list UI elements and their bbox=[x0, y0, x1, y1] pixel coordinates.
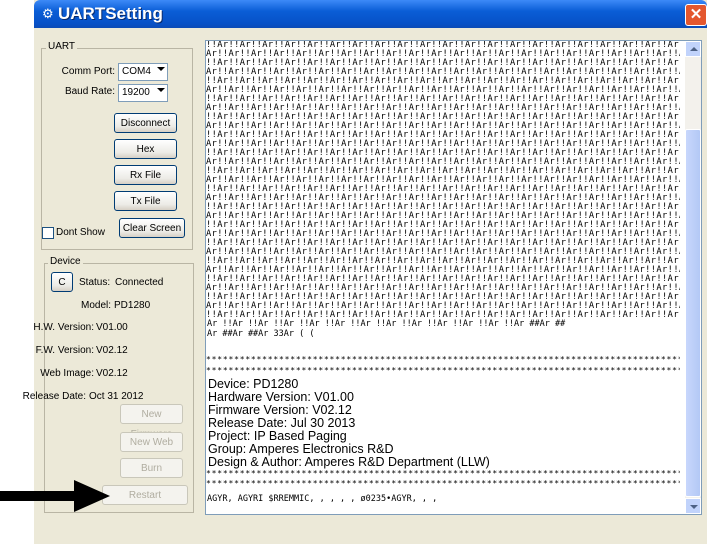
close-button[interactable]: ✕ bbox=[685, 4, 707, 26]
status-value: Connected bbox=[115, 277, 164, 288]
window-title: UARTSetting bbox=[58, 4, 163, 23]
burn-button[interactable]: Burn bbox=[120, 458, 183, 478]
terminal-last-line: AGYR, AGYRI $RREMMIC, , , , , ø0235•AGYR… bbox=[207, 494, 438, 504]
separator-line: ****************************************… bbox=[206, 366, 680, 375]
app-icon: ⚙ bbox=[42, 6, 54, 21]
baud-rate-label: Baud Rate: bbox=[64, 86, 115, 97]
hw-version-value: V01.00 bbox=[96, 322, 128, 333]
terminal-output[interactable]: !!Ar!!Ar!!Ar!!Ar!!Ar!!Ar!!Ar!!Ar!!Ar!!Ar… bbox=[205, 40, 702, 515]
comm-port-value: COM4 bbox=[122, 66, 151, 77]
hex-button[interactable]: Hex bbox=[114, 139, 177, 159]
baud-rate-value: 19200 bbox=[122, 87, 150, 98]
web-image-label: Web Image: bbox=[40, 368, 94, 379]
separator-line: ****************************************… bbox=[206, 355, 680, 364]
uart-group-label: UART bbox=[46, 41, 78, 52]
info-line: Project: IP Based Paging bbox=[208, 429, 347, 443]
info-line: Group: Amperes Electronics R&D bbox=[208, 442, 394, 456]
chevron-down-icon bbox=[157, 67, 165, 71]
vertical-scrollbar[interactable] bbox=[685, 41, 701, 514]
restart-button[interactable]: Restart bbox=[102, 485, 188, 505]
scroll-down-icon[interactable] bbox=[685, 498, 701, 514]
model-label: Model: bbox=[80, 300, 111, 311]
dont-show-checkbox[interactable] bbox=[42, 227, 54, 239]
fw-version-value: V02.12 bbox=[96, 345, 128, 356]
c-button[interactable]: C bbox=[51, 272, 73, 292]
terminal-tail-line-1: Ar !!Ar !!Ar !!Ar !!Ar !!Ar !!Ar !!Ar !!… bbox=[207, 319, 566, 329]
device-group-label: Device bbox=[48, 256, 83, 267]
comm-port-label: Comm Port: bbox=[61, 66, 115, 77]
info-line: Firmware Version: V02.12 bbox=[208, 403, 352, 417]
tx-file-button[interactable]: Tx File bbox=[114, 191, 177, 211]
release-date-label: Release Date: bbox=[22, 391, 86, 402]
chevron-down-icon bbox=[157, 88, 165, 92]
arrow-pointer-icon bbox=[0, 480, 110, 512]
scroll-up-icon[interactable] bbox=[685, 41, 701, 57]
info-line: Release Date: Jul 30 2013 bbox=[208, 416, 356, 430]
fw-version-label: F.W. Version: bbox=[35, 345, 94, 356]
info-line: Device: PD1280 bbox=[208, 377, 299, 391]
hw-version-label: H.W. Version: bbox=[33, 322, 94, 333]
dont-show-label: Dont Show bbox=[56, 227, 105, 238]
baud-rate-select[interactable]: 19200 bbox=[118, 84, 168, 102]
new-web-image-button[interactable]: New Web Image bbox=[120, 432, 183, 468]
garbled-serial-data: !!Ar!!Ar!!Ar!!Ar!!Ar!!Ar!!Ar!!Ar!!Ar!!Ar… bbox=[206, 41, 680, 320]
separator-line: ****************************************… bbox=[206, 479, 680, 488]
model-value: PD1280 bbox=[114, 300, 151, 311]
status-label: Status: bbox=[79, 277, 111, 288]
disconnect-button[interactable]: Disconnect bbox=[114, 113, 177, 133]
rx-file-button[interactable]: Rx File bbox=[114, 165, 177, 185]
scrollbar-thumb[interactable] bbox=[685, 129, 701, 497]
title-bar: ⚙ UARTSetting ✕ bbox=[34, 0, 707, 28]
new-firmware-button[interactable]: New Firmware bbox=[120, 404, 183, 440]
web-image-value: V02.12 bbox=[96, 368, 128, 379]
terminal-tail-line-2: Ar ##Ar ##Ar 33Ar ( ( bbox=[207, 329, 315, 339]
info-line: Design & Author: Amperes R&D Department … bbox=[208, 455, 490, 469]
info-line: Hardware Version: V01.00 bbox=[208, 390, 354, 404]
clear-screen-button[interactable]: Clear Screen bbox=[119, 218, 185, 238]
close-icon: ✕ bbox=[689, 6, 703, 23]
uart-setting-window: ⚙ UARTSetting ✕ UART Comm Port: COM4 Bau… bbox=[23, 0, 707, 544]
release-date-value: Oct 31 2012 bbox=[89, 391, 144, 402]
separator-line: ****************************************… bbox=[206, 469, 680, 478]
comm-port-select[interactable]: COM4 bbox=[118, 63, 168, 81]
